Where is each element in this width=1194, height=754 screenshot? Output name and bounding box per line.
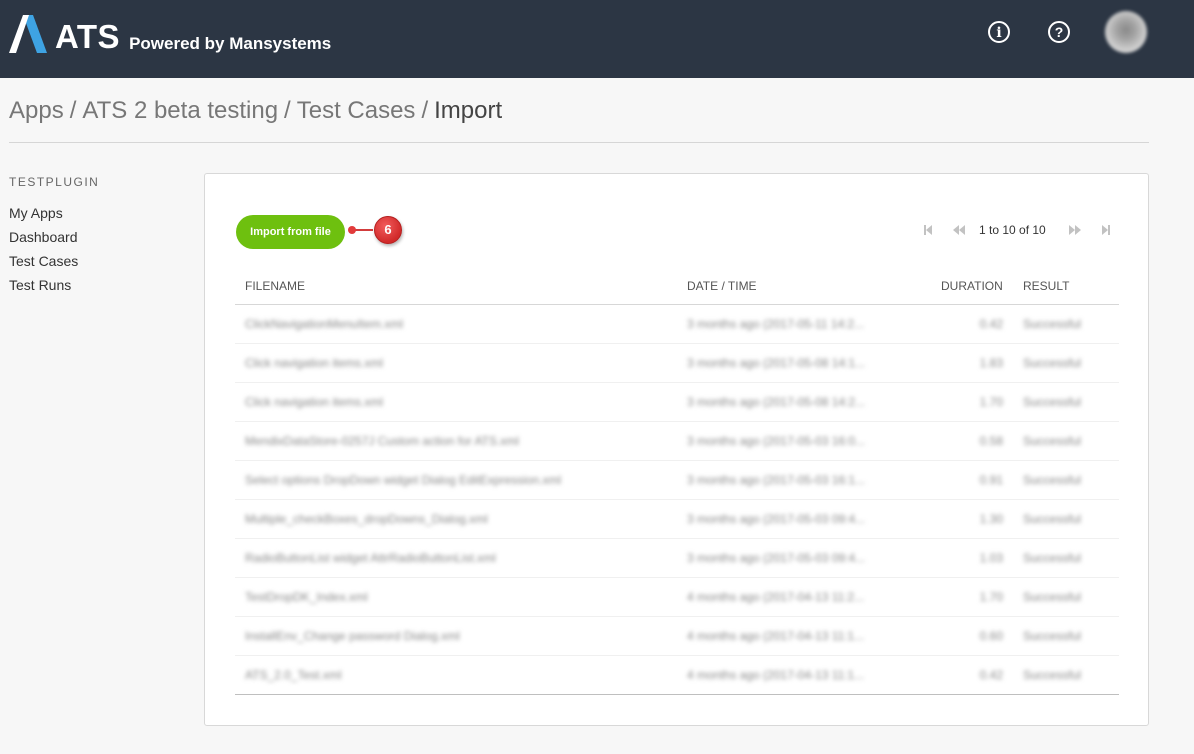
help-icon[interactable]: ?	[1048, 21, 1070, 43]
duration-cell: 1.70	[979, 395, 1003, 409]
pagination-status: 1 to 10 of 10	[979, 223, 1046, 237]
result-cell: Successful	[1023, 551, 1082, 565]
import-panel: Import from file 6 1 to 10 of 10 FILENAM…	[204, 173, 1149, 726]
import-table-body: ClickNavigationMenuItem.xml 3 months ago…	[235, 305, 1119, 695]
first-page-icon[interactable]	[923, 225, 933, 235]
column-header-duration[interactable]: DURATION	[941, 279, 1003, 293]
result-cell: Successful	[1023, 590, 1082, 604]
filename-cell: RadioButtonList widget AttrRadioButtonLi…	[245, 551, 496, 565]
filename-cell: ATS_2.0_Test.xml	[245, 668, 342, 682]
previous-page-icon[interactable]	[952, 225, 966, 235]
table-header: FILENAME DATE / TIME DURATION RESULT	[235, 272, 1119, 305]
duration-cell: 1.83	[979, 356, 1003, 370]
top-navigation-bar: ATS Powered by Mansystems i ?	[0, 0, 1194, 78]
column-header-filename[interactable]: FILENAME	[245, 279, 305, 293]
datetime-cell: 3 months ago (2017-05-03 09:4...	[687, 512, 866, 526]
sidebar-item-test-runs[interactable]: Test Runs	[9, 275, 189, 299]
ats-logo-mark-icon	[9, 15, 47, 53]
column-header-result[interactable]: RESULT	[1023, 279, 1069, 293]
datetime-cell: 3 months ago (2017-05-11 14:2...	[687, 317, 865, 331]
duration-cell: 0.58	[979, 434, 1003, 448]
user-avatar[interactable]	[1105, 11, 1147, 53]
breadcrumb-item-apps[interactable]: Apps	[9, 97, 64, 124]
filename-cell: TestDropDK_Index.xml	[245, 590, 368, 604]
duration-cell: 0.42	[979, 668, 1003, 682]
duration-cell: 0.42	[979, 317, 1003, 331]
result-cell: Successful	[1023, 512, 1082, 526]
filename-cell: InstallEnv_Change password Dialog.xml	[245, 629, 460, 643]
datetime-cell: 3 months ago (2017-05-03 16:0...	[687, 434, 866, 448]
datetime-cell: 4 months ago (2017-04-13 11:1...	[687, 668, 865, 682]
breadcrumb: Apps / ATS 2 beta testing / Test Cases / Impor…	[9, 97, 502, 125]
filename-cell: ClickNavigationMenuItem.xml	[245, 317, 404, 331]
duration-cell: 0.60	[979, 629, 1003, 643]
sidebar-item-test-cases[interactable]: Test Cases	[9, 251, 189, 275]
duration-cell: 1.30	[979, 512, 1003, 526]
sidebar-item-my-apps[interactable]: My Apps	[9, 203, 189, 227]
table-row[interactable]: MendixDataStore-0257J Custom action for …	[235, 422, 1119, 461]
datetime-cell: 4 months ago (2017-04-13 11:1...	[687, 629, 865, 643]
breadcrumb-item-test-cases[interactable]: Test Cases	[297, 97, 416, 124]
table-row[interactable]: TestDropDK_Index.xml 4 months ago (2017-…	[235, 578, 1119, 617]
result-cell: Successful	[1023, 629, 1082, 643]
duration-cell: 1.70	[979, 590, 1003, 604]
datetime-cell: 3 months ago (2017-05-08 14:2...	[687, 395, 866, 409]
table-row[interactable]: Click navigation items.xml 3 months ago …	[235, 344, 1119, 383]
result-cell: Successful	[1023, 395, 1082, 409]
breadcrumb-separator: /	[421, 97, 429, 124]
ats-logo[interactable]: ATS Powered by Mansystems	[9, 15, 331, 53]
datetime-cell: 4 months ago (2017-04-13 11:2...	[687, 590, 865, 604]
breadcrumb-current: Import	[434, 97, 503, 124]
table-row[interactable]: InstallEnv_Change password Dialog.xml 4 …	[235, 617, 1119, 656]
last-page-icon[interactable]	[1101, 225, 1111, 235]
sidebar-title: TESTPLUGIN	[9, 175, 100, 189]
breadcrumb-separator: /	[284, 97, 291, 124]
datetime-cell: 3 months ago (2017-05-03 09:4...	[687, 551, 866, 565]
result-cell: Successful	[1023, 434, 1082, 448]
column-header-datetime[interactable]: DATE / TIME	[687, 279, 757, 293]
table-row[interactable]: ATS_2.0_Test.xml 4 months ago (2017-04-1…	[235, 656, 1119, 695]
filename-cell: Multiple_checkBoxes_dropDowns_Dialog.xml	[245, 512, 488, 526]
sidebar: TESTPLUGIN My Apps Dashboard Test Cases …	[9, 175, 189, 299]
table-row[interactable]: ClickNavigationMenuItem.xml 3 months ago…	[235, 305, 1119, 344]
table-row[interactable]: Multiple_checkBoxes_dropDowns_Dialog.xml…	[235, 500, 1119, 539]
filename-cell: Click navigation items.xml	[245, 395, 384, 409]
result-cell: Successful	[1023, 668, 1082, 682]
result-cell: Successful	[1023, 317, 1082, 331]
table-row[interactable]: Select options DropDown widget Dialog Ed…	[235, 461, 1119, 500]
info-glyph: i	[996, 25, 1002, 41]
datetime-cell: 3 months ago (2017-05-03 16:1...	[687, 473, 866, 487]
duration-cell: 0.91	[979, 473, 1003, 487]
help-glyph: ?	[1054, 24, 1064, 40]
next-page-icon[interactable]	[1068, 225, 1082, 235]
table-row[interactable]: Click navigation items.xml 3 months ago …	[235, 383, 1119, 422]
duration-cell: 1.03	[979, 551, 1003, 565]
table-row[interactable]: RadioButtonList widget AttrRadioButtonLi…	[235, 539, 1119, 578]
breadcrumb-item-app[interactable]: ATS 2 beta testing	[82, 97, 278, 124]
info-icon[interactable]: i	[988, 21, 1010, 43]
logo-subtitle: Powered by Mansystems	[129, 34, 332, 53]
result-cell: Successful	[1023, 473, 1082, 487]
logo-text: ATS	[55, 18, 121, 55]
filename-cell: Select options DropDown widget Dialog Ed…	[245, 473, 562, 487]
breadcrumb-divider	[9, 142, 1149, 143]
filename-cell: Click navigation items.xml	[245, 356, 384, 370]
result-cell: Successful	[1023, 356, 1082, 370]
sidebar-item-dashboard[interactable]: Dashboard	[9, 227, 189, 251]
datetime-cell: 3 months ago (2017-05-08 14:1...	[687, 356, 866, 370]
filename-cell: MendixDataStore-0257J Custom action for …	[245, 434, 519, 448]
breadcrumb-separator: /	[69, 97, 77, 124]
